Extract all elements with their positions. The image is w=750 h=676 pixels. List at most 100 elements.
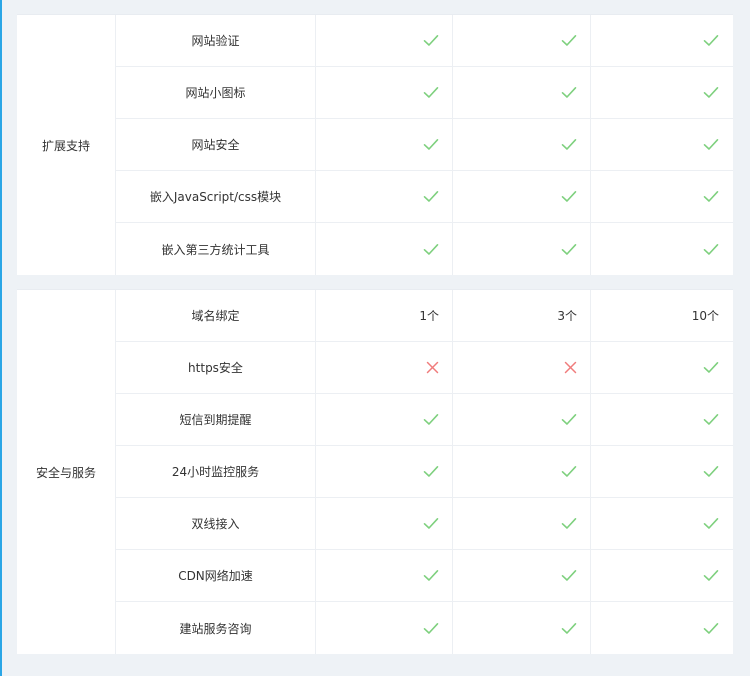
feature-name: 网站验证 xyxy=(116,15,316,66)
plan-cell xyxy=(453,550,591,601)
plan-cell xyxy=(316,223,453,275)
plan-cell xyxy=(453,394,591,445)
feature-name: 嵌入第三方统计工具 xyxy=(116,223,316,275)
check-icon xyxy=(561,138,577,151)
plan-cell xyxy=(453,67,591,118)
plan-cell xyxy=(316,394,453,445)
category-label: 安全与服务 xyxy=(17,290,116,654)
quota-value: 3个 xyxy=(557,309,577,323)
section-security-services: 安全与服务 域名绑定 1个 3个 10个 https安全 短信到期提醒 24小时… xyxy=(17,289,733,654)
check-icon xyxy=(423,517,439,530)
plan-cell xyxy=(453,446,591,497)
table-row: 网站小图标 xyxy=(116,67,733,119)
check-icon xyxy=(703,413,719,426)
plan-cell xyxy=(453,498,591,549)
check-icon xyxy=(561,190,577,203)
plan-cell xyxy=(316,67,453,118)
plan-cell xyxy=(591,67,733,118)
check-icon xyxy=(703,465,719,478)
plan-cell xyxy=(316,550,453,601)
check-icon xyxy=(423,569,439,582)
quota-value: 10个 xyxy=(691,309,719,323)
table-row: 建站服务咨询 xyxy=(116,602,733,654)
plan-cell xyxy=(591,119,733,170)
feature-name: 网站安全 xyxy=(116,119,316,170)
check-icon xyxy=(561,86,577,99)
table-row: CDN网络加速 xyxy=(116,550,733,602)
feature-name: https安全 xyxy=(116,342,316,393)
plan-cell xyxy=(316,119,453,170)
check-icon xyxy=(703,361,719,374)
check-icon xyxy=(561,622,577,635)
plan-cell xyxy=(591,15,733,66)
check-icon xyxy=(423,138,439,151)
plan-cell xyxy=(453,15,591,66)
check-icon xyxy=(561,34,577,47)
plan-cell xyxy=(591,446,733,497)
plan-cell: 3个 xyxy=(453,290,591,341)
feature-name: 网站小图标 xyxy=(116,67,316,118)
plan-cell xyxy=(316,602,453,654)
feature-rows: 域名绑定 1个 3个 10个 https安全 短信到期提醒 24小时监控服务 双… xyxy=(116,290,733,654)
left-accent-border xyxy=(0,0,2,676)
feature-name: CDN网络加速 xyxy=(116,550,316,601)
table-row: 网站验证 xyxy=(116,15,733,67)
plan-cell xyxy=(591,171,733,222)
plan-cell xyxy=(316,342,453,393)
plan-cell xyxy=(591,602,733,654)
feature-name: 建站服务咨询 xyxy=(116,602,316,654)
plan-cell xyxy=(316,15,453,66)
check-icon xyxy=(423,465,439,478)
table-row: 域名绑定 1个 3个 10个 xyxy=(116,290,733,342)
table-row: 短信到期提醒 xyxy=(116,394,733,446)
category-label: 扩展支持 xyxy=(17,15,116,275)
feature-name: 嵌入JavaScript/css模块 xyxy=(116,171,316,222)
check-icon xyxy=(561,569,577,582)
plan-cell xyxy=(453,602,591,654)
check-icon xyxy=(703,190,719,203)
plan-cell xyxy=(453,223,591,275)
table-row: 24小时监控服务 xyxy=(116,446,733,498)
cross-icon xyxy=(564,361,577,374)
table-row: 嵌入JavaScript/css模块 xyxy=(116,171,733,223)
plan-cell xyxy=(591,498,733,549)
plan-cell: 10个 xyxy=(591,290,733,341)
check-icon xyxy=(561,465,577,478)
feature-name: 双线接入 xyxy=(116,498,316,549)
check-icon xyxy=(703,138,719,151)
check-icon xyxy=(703,86,719,99)
section-extension-support: 扩展支持 网站验证 网站小图标 网站安全 嵌入JavaScript/css模块 xyxy=(17,14,733,275)
table-row: https安全 xyxy=(116,342,733,394)
table-row: 网站安全 xyxy=(116,119,733,171)
check-icon xyxy=(703,622,719,635)
plan-cell xyxy=(316,498,453,549)
quota-value: 1个 xyxy=(419,309,439,323)
check-icon xyxy=(561,243,577,256)
plan-cell xyxy=(591,550,733,601)
check-icon xyxy=(561,517,577,530)
plan-cell xyxy=(453,119,591,170)
check-icon xyxy=(423,86,439,99)
check-icon xyxy=(703,243,719,256)
plan-cell xyxy=(453,342,591,393)
cross-icon xyxy=(426,361,439,374)
table-row: 双线接入 xyxy=(116,498,733,550)
check-icon xyxy=(703,34,719,47)
table-row: 嵌入第三方统计工具 xyxy=(116,223,733,275)
check-icon xyxy=(423,622,439,635)
check-icon xyxy=(423,243,439,256)
check-icon xyxy=(703,569,719,582)
plan-cell xyxy=(591,394,733,445)
plan-cell xyxy=(591,342,733,393)
check-icon xyxy=(423,34,439,47)
plan-cell xyxy=(316,171,453,222)
plan-cell xyxy=(591,223,733,275)
plan-cell: 1个 xyxy=(316,290,453,341)
check-icon xyxy=(703,517,719,530)
check-icon xyxy=(423,190,439,203)
feature-rows: 网站验证 网站小图标 网站安全 嵌入JavaScript/css模块 嵌入第三方… xyxy=(116,15,733,275)
feature-name: 域名绑定 xyxy=(116,290,316,341)
plan-cell xyxy=(453,171,591,222)
plan-cell xyxy=(316,446,453,497)
feature-name: 短信到期提醒 xyxy=(116,394,316,445)
